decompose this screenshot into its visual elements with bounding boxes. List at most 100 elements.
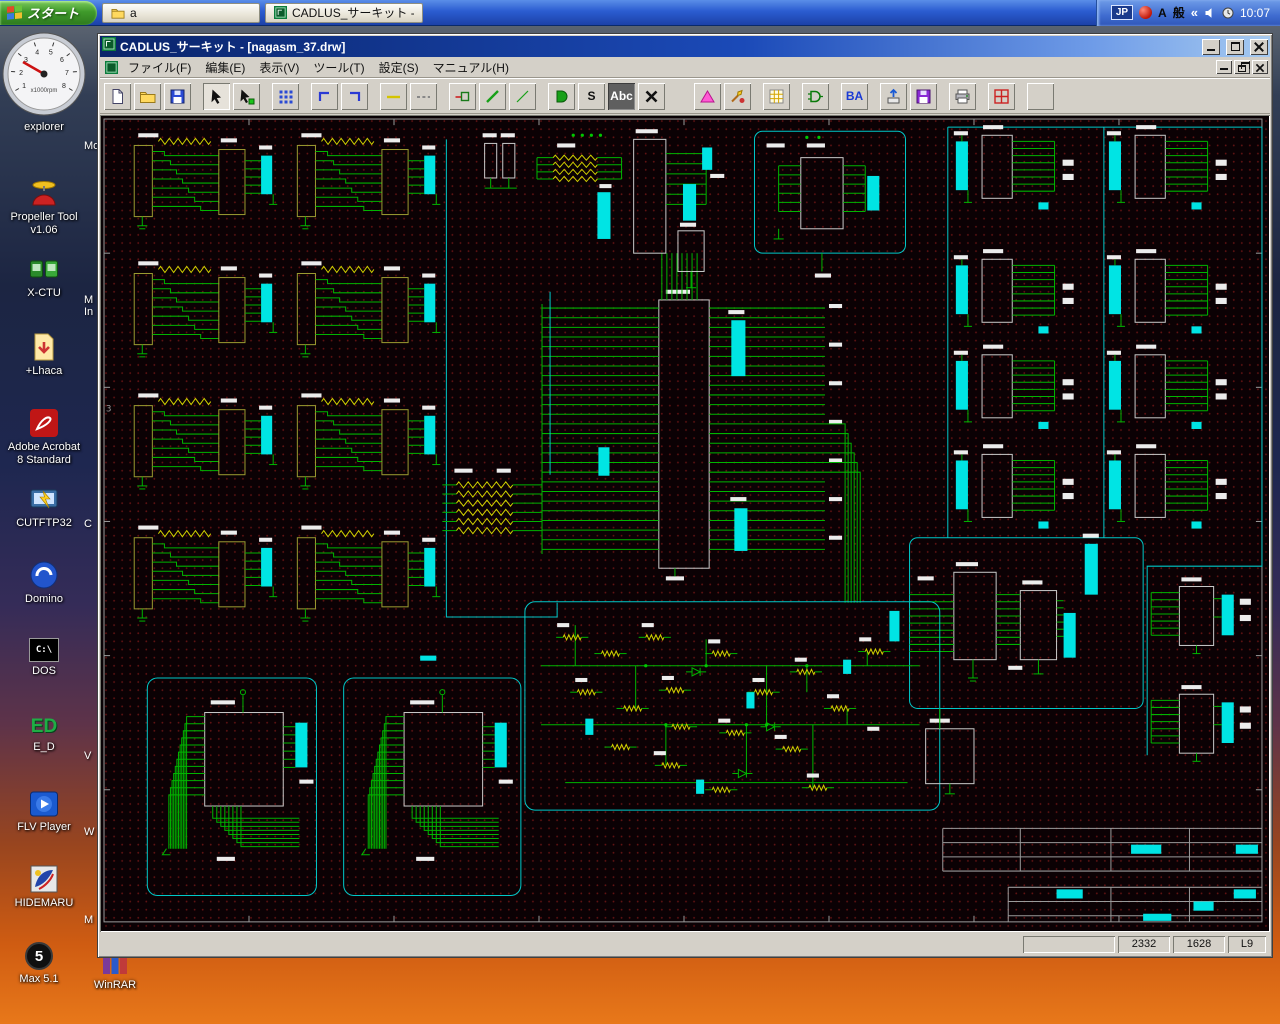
array-placement-button[interactable]: [272, 82, 299, 110]
taskbar-button-label: a: [130, 5, 137, 20]
open-file-button[interactable]: [134, 82, 161, 110]
desktop-icon-explorer[interactable]: 1 2 3 4 5 6 7 8 x1000rpm explorer: [0, 30, 88, 134]
mdi-restore-icon: [1238, 62, 1250, 72]
partial-icon-label: C: [84, 518, 92, 530]
minimize-button[interactable]: [1202, 38, 1220, 55]
desktop-icon-propeller-tool[interactable]: Propeller Tool v1.06: [0, 178, 88, 237]
statusbar: 2332 1628 L9: [100, 933, 1270, 955]
svg-text:8: 8: [62, 83, 66, 90]
diagonal-wire-tool-button[interactable]: [479, 82, 506, 110]
desktop-icon-label: explorer: [24, 121, 64, 133]
desktop-icon-label: X-CTU: [27, 287, 61, 299]
schematic-canvas[interactable]: 3: [100, 115, 1270, 932]
start-label: スタート: [27, 6, 80, 21]
wire-bend-tool-button[interactable]: [311, 82, 338, 110]
app-icon: [102, 37, 116, 56]
desktop-icon-lhaca[interactable]: +Lhaca: [0, 332, 88, 378]
marker-tool-button[interactable]: [694, 82, 721, 110]
desktop-icon-label: FLV Player: [17, 821, 71, 833]
output-button[interactable]: [880, 82, 907, 110]
maximize-icon: [1230, 41, 1240, 51]
part-pick-tool-button[interactable]: [233, 82, 260, 110]
ime-mode-indicator[interactable]: A: [1158, 6, 1167, 20]
partial-icon-label: M: [84, 294, 94, 306]
grid-setup-button[interactable]: [763, 82, 790, 110]
desktop-icon-x-ctu[interactable]: X-CTU: [0, 256, 88, 300]
ime-kana-indicator[interactable]: 般: [1173, 4, 1185, 21]
xctu-icon: [29, 256, 59, 284]
desktop-icon-cutftp32[interactable]: CUTFTP32: [0, 486, 88, 530]
menu-view[interactable]: 表示(V): [252, 57, 306, 78]
desktop-icon-max51[interactable]: 5 Max 5.1: [4, 942, 74, 986]
svg-text:6: 6: [60, 57, 64, 64]
mdi-minimize-button[interactable]: [1216, 60, 1232, 74]
mdi-restore-button[interactable]: [1234, 60, 1250, 74]
cadlus-app-icon: [274, 6, 288, 19]
clock: 10:07: [1239, 5, 1270, 20]
max-icon: 5: [25, 942, 53, 970]
taskbar-button-cadlus[interactable]: CADLUS_サーキット - [...: [265, 2, 424, 23]
close-button[interactable]: [1250, 38, 1268, 55]
desktop-icon-label: Propeller Tool v1.06: [10, 211, 78, 237]
new-file-button[interactable]: [104, 82, 131, 110]
desktop-icon-flv-player[interactable]: FLV Player: [0, 790, 88, 834]
ime-tool-icon[interactable]: [1139, 6, 1153, 19]
menu-edit[interactable]: 編集(E): [198, 57, 252, 78]
ba-check-button-label: BA: [845, 89, 864, 103]
text-tool-button[interactable]: Abc: [608, 82, 635, 110]
speaker-icon[interactable]: [1204, 7, 1216, 19]
desktop-icon-e-d[interactable]: ED E_D: [0, 716, 88, 754]
desktop-icon-label: CUTFTP32: [16, 517, 72, 529]
desktop-icon-domino[interactable]: Domino: [0, 560, 88, 606]
ba-check-button[interactable]: BA: [841, 82, 868, 110]
desktop-icon-dos[interactable]: C:\ DOS: [0, 638, 88, 678]
delete-tool-button[interactable]: [638, 82, 665, 110]
signal-name-tool-button-label: S: [587, 89, 596, 103]
menu-file[interactable]: ファイル(F): [121, 57, 198, 78]
svg-text:2: 2: [19, 70, 23, 77]
clock-app-icon[interactable]: [1222, 7, 1234, 19]
start-button[interactable]: スタート: [0, 0, 98, 25]
mdi-child-buttons: [1214, 60, 1268, 74]
taskbar-button-folder-a[interactable]: a: [102, 2, 261, 23]
domino-icon: [29, 560, 59, 590]
menu-settings[interactable]: 設定(S): [372, 57, 426, 78]
titlebar[interactable]: CADLUS_サーキット - [nagasm_37.drw]: [100, 36, 1270, 57]
logic-gate-tool-button[interactable]: [802, 82, 829, 110]
print-button[interactable]: [949, 82, 976, 110]
wire-bend2-tool-button[interactable]: [341, 82, 368, 110]
signal-name-tool-button[interactable]: S: [578, 82, 605, 110]
desktop-icon-label: E_D: [33, 741, 55, 753]
close-icon: [1254, 42, 1264, 52]
tray-collapse-chevron[interactable]: «: [1191, 5, 1198, 20]
mdi-close-button[interactable]: [1252, 60, 1268, 74]
partial-icon-label: V: [84, 750, 92, 762]
windows-logo-icon: [7, 5, 22, 20]
desktop-icon-label: Max 5.1: [19, 973, 59, 985]
ime-language-badge[interactable]: JP: [1110, 5, 1134, 20]
save-file-button[interactable]: [164, 82, 191, 110]
mdi-minimize-icon: [1220, 68, 1228, 70]
line-tool-button[interactable]: [380, 82, 407, 110]
maximize-button[interactable]: [1226, 38, 1244, 55]
dos-icon: C:\: [29, 638, 59, 662]
save-special-button[interactable]: [910, 82, 937, 110]
minimize-icon: [1207, 48, 1215, 51]
desktop-icon-hidemaru[interactable]: HIDEMARU: [0, 864, 88, 910]
menu-manual[interactable]: マニュアル(H): [426, 57, 516, 78]
system-tray: JP A 般 « 10:07: [1095, 0, 1280, 26]
select-tool-button[interactable]: [203, 82, 230, 110]
settings-tools-button[interactable]: [724, 82, 751, 110]
desktop-icon-acrobat[interactable]: Adobe Acrobat 8 Standard: [0, 408, 88, 467]
gate-place-button[interactable]: [548, 82, 575, 110]
spare-button[interactable]: [1027, 82, 1054, 110]
pin-connect-tool-button[interactable]: [449, 82, 476, 110]
menu-tool[interactable]: ツール(T): [306, 57, 371, 78]
desktop-icon-label: HIDEMARU: [14, 897, 74, 909]
pcb-layout-button[interactable]: [988, 82, 1015, 110]
status-coordinate-x: 2332: [1118, 936, 1170, 953]
thin-diagonal-wire-tool-button[interactable]: [509, 82, 536, 110]
status-coordinate-y: 1628: [1173, 936, 1225, 953]
document-icon: [105, 60, 118, 74]
dashed-line-tool-button[interactable]: [410, 82, 437, 110]
